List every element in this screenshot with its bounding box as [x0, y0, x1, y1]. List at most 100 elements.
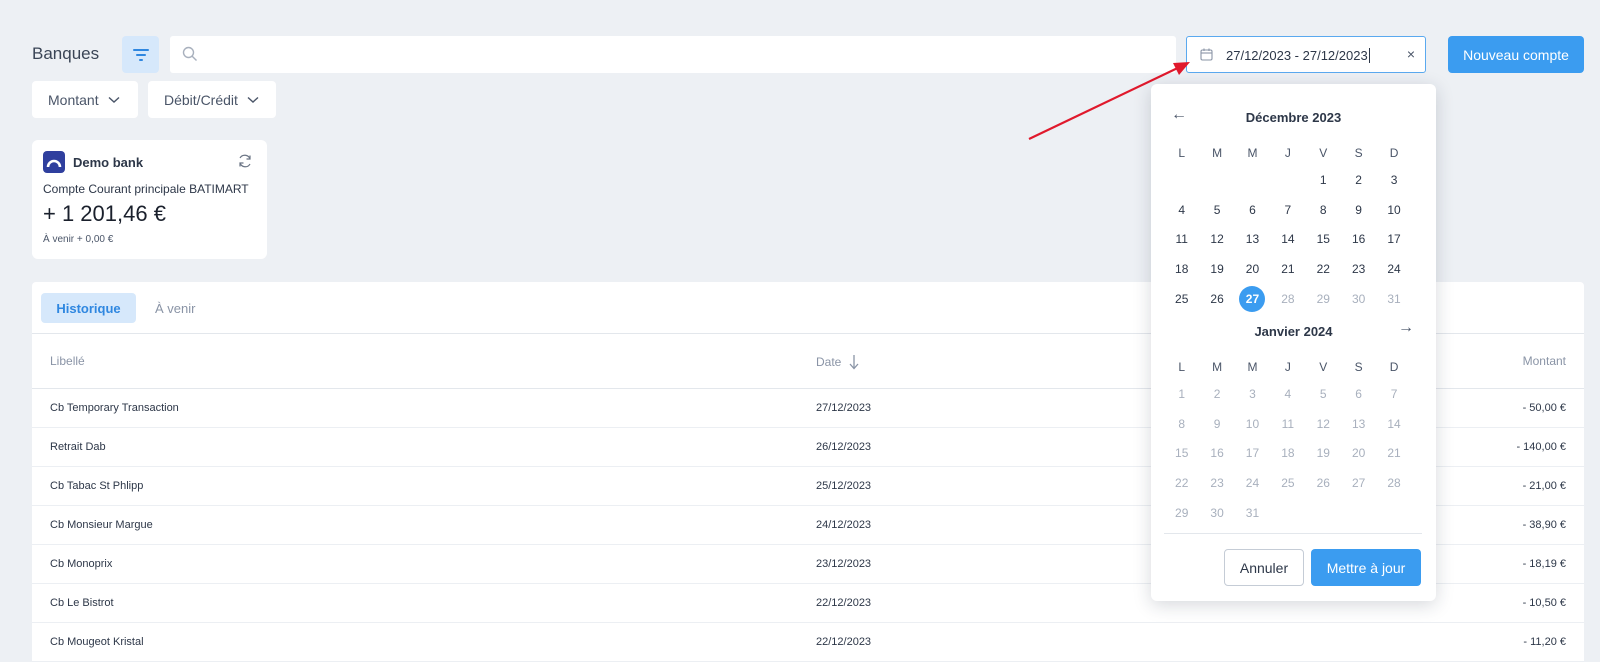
- calendar-day[interactable]: 24: [1376, 255, 1411, 285]
- weekday-label: V: [1319, 146, 1328, 160]
- amount-filter-dropdown[interactable]: Montant: [32, 81, 138, 118]
- calendar-day[interactable]: 9: [1341, 196, 1376, 226]
- row-amount: - 10,50 €: [1522, 597, 1566, 609]
- row-date: 24/12/2023: [816, 519, 872, 531]
- calendar-day[interactable]: 10: [1376, 196, 1411, 226]
- weekday-label: J: [1284, 360, 1291, 374]
- calendar-day: 19: [1316, 446, 1330, 461]
- calendar-day: 21: [1387, 446, 1401, 461]
- calendar-day[interactable]: 23: [1341, 255, 1376, 285]
- column-header-date[interactable]: Date: [816, 354, 859, 370]
- calendar-day: 17: [1245, 446, 1260, 461]
- new-account-button[interactable]: Nouveau compte: [1448, 36, 1584, 73]
- row-label: Cb Monoprix: [50, 558, 113, 570]
- row-amount: - 50,00 €: [1522, 402, 1566, 414]
- calendar-day[interactable]: 18: [1164, 255, 1199, 285]
- calendar-day[interactable]: 25: [1164, 285, 1199, 315]
- calendar-day[interactable]: 1: [1306, 166, 1341, 196]
- month-title-january: Janvier 2024: [1254, 324, 1333, 339]
- page-title: Banques: [32, 44, 100, 63]
- calendar-day[interactable]: 19: [1199, 255, 1234, 285]
- weekday-label: M: [1212, 360, 1223, 374]
- calendar-day-selected[interactable]: 27: [1235, 285, 1270, 315]
- column-header-date-text: Date: [816, 355, 842, 369]
- calendar-day[interactable]: 11: [1164, 225, 1199, 255]
- calendar-day[interactable]: 22: [1306, 255, 1341, 285]
- calendar-day[interactable]: 26: [1199, 285, 1234, 315]
- column-header-label: Libellé: [50, 354, 85, 368]
- search-input[interactable]: [210, 36, 1160, 73]
- row-date: 22/12/2023: [816, 597, 872, 609]
- row-label: Cb Temporary Transaction: [50, 402, 179, 414]
- weekday-label: L: [1178, 146, 1186, 160]
- calendar-day: 28: [1387, 476, 1401, 491]
- calendar-day[interactable]: 15: [1306, 225, 1341, 255]
- date-range-text: 27/12/2023 - 27/12/2023: [1226, 48, 1368, 63]
- calendar-day: 14: [1387, 416, 1401, 431]
- calendar-day[interactable]: 17: [1376, 225, 1411, 255]
- calendar-day[interactable]: 5: [1199, 196, 1234, 226]
- row-amount: - 21,00 €: [1522, 480, 1566, 492]
- bank-account-card[interactable]: Demo bank Compte Courant principale BATI…: [32, 140, 267, 259]
- calendar-day[interactable]: 8: [1306, 196, 1341, 226]
- calendar-day: 3: [1249, 387, 1256, 401]
- row-label: Retrait Dab: [50, 441, 106, 453]
- calendar-day[interactable]: 6: [1235, 196, 1270, 226]
- column-header-amount: Montant: [1522, 354, 1566, 368]
- filter-icon: [132, 48, 149, 61]
- calendar-day: 20: [1351, 446, 1366, 461]
- calendar-day: 1: [1178, 387, 1186, 401]
- calendar-day: 31: [1245, 505, 1260, 520]
- calendar-day[interactable]: 4: [1164, 196, 1199, 226]
- upcoming-balance: À venir + 0,00 €: [43, 234, 114, 245]
- weekday-label: V: [1319, 360, 1328, 374]
- row-label: Cb Tabac St Phlipp: [50, 480, 144, 492]
- row-date: 22/12/2023: [816, 636, 872, 648]
- calendar-day[interactable]: 21: [1270, 255, 1305, 285]
- weekday-label: M: [1247, 360, 1258, 374]
- clear-date-icon[interactable]: ×: [1407, 46, 1415, 62]
- row-amount: - 18,19 €: [1522, 558, 1566, 570]
- search-icon: [182, 46, 197, 61]
- calendar-blank: [1270, 166, 1305, 196]
- calendar-day[interactable]: 12: [1199, 225, 1234, 255]
- calendar-day[interactable]: 3: [1376, 166, 1411, 196]
- calendar-day: 9: [1213, 416, 1221, 431]
- row-label: Cb Monsieur Margue: [50, 519, 153, 531]
- weekday-label: S: [1354, 360, 1363, 374]
- weekday-label: D: [1389, 360, 1399, 374]
- debit-credit-filter-dropdown[interactable]: Débit/Crédit: [148, 81, 276, 118]
- calendar-day: 8: [1178, 416, 1186, 431]
- month-title-december: Décembre 2023: [1245, 110, 1342, 125]
- calendar-day[interactable]: 20: [1235, 255, 1270, 285]
- row-date: 23/12/2023: [816, 558, 872, 570]
- calendar-day[interactable]: 2: [1341, 166, 1376, 196]
- tab-upcoming[interactable]: À venir: [155, 301, 195, 316]
- calendar-day[interactable]: 13: [1235, 225, 1270, 255]
- calendar-day: 2: [1213, 387, 1221, 401]
- debit-credit-filter-label: Débit/Crédit: [164, 91, 238, 108]
- calendar-day: 16: [1210, 446, 1224, 461]
- calendar-day: 11: [1281, 416, 1295, 431]
- table-row[interactable]: Cb Mougeot Kristal 22/12/2023 - 11,20 €: [32, 623, 1584, 662]
- date-range-input[interactable]: 27/12/2023 - 27/12/2023 ×: [1186, 36, 1426, 73]
- row-date: 25/12/2023: [816, 480, 872, 492]
- calendar-day: 24: [1245, 476, 1260, 491]
- chevron-down-icon: [247, 96, 259, 103]
- filter-button[interactable]: [122, 36, 159, 73]
- sort-arrow-down-icon[interactable]: [849, 354, 859, 370]
- calendar-day: 12: [1316, 416, 1330, 431]
- calendar-day[interactable]: 14: [1270, 225, 1305, 255]
- date-range-value: 27/12/2023 - 27/12/2023: [1226, 48, 1370, 63]
- update-button[interactable]: Mettre à jour: [1311, 549, 1421, 586]
- amount-filter-label: Montant: [48, 91, 99, 108]
- calendar-day[interactable]: 7: [1270, 196, 1305, 226]
- refresh-icon[interactable]: [237, 153, 253, 169]
- calendar-day: 10: [1245, 416, 1260, 431]
- account-name: Compte Courant principale BATIMART: [43, 182, 249, 196]
- calendar-day[interactable]: 16: [1341, 225, 1376, 255]
- calendar-day: 15: [1175, 446, 1189, 461]
- tab-history[interactable]: Historique: [41, 293, 136, 323]
- cancel-button[interactable]: Annuler: [1224, 549, 1304, 586]
- row-amount: - 38,90 €: [1522, 519, 1566, 531]
